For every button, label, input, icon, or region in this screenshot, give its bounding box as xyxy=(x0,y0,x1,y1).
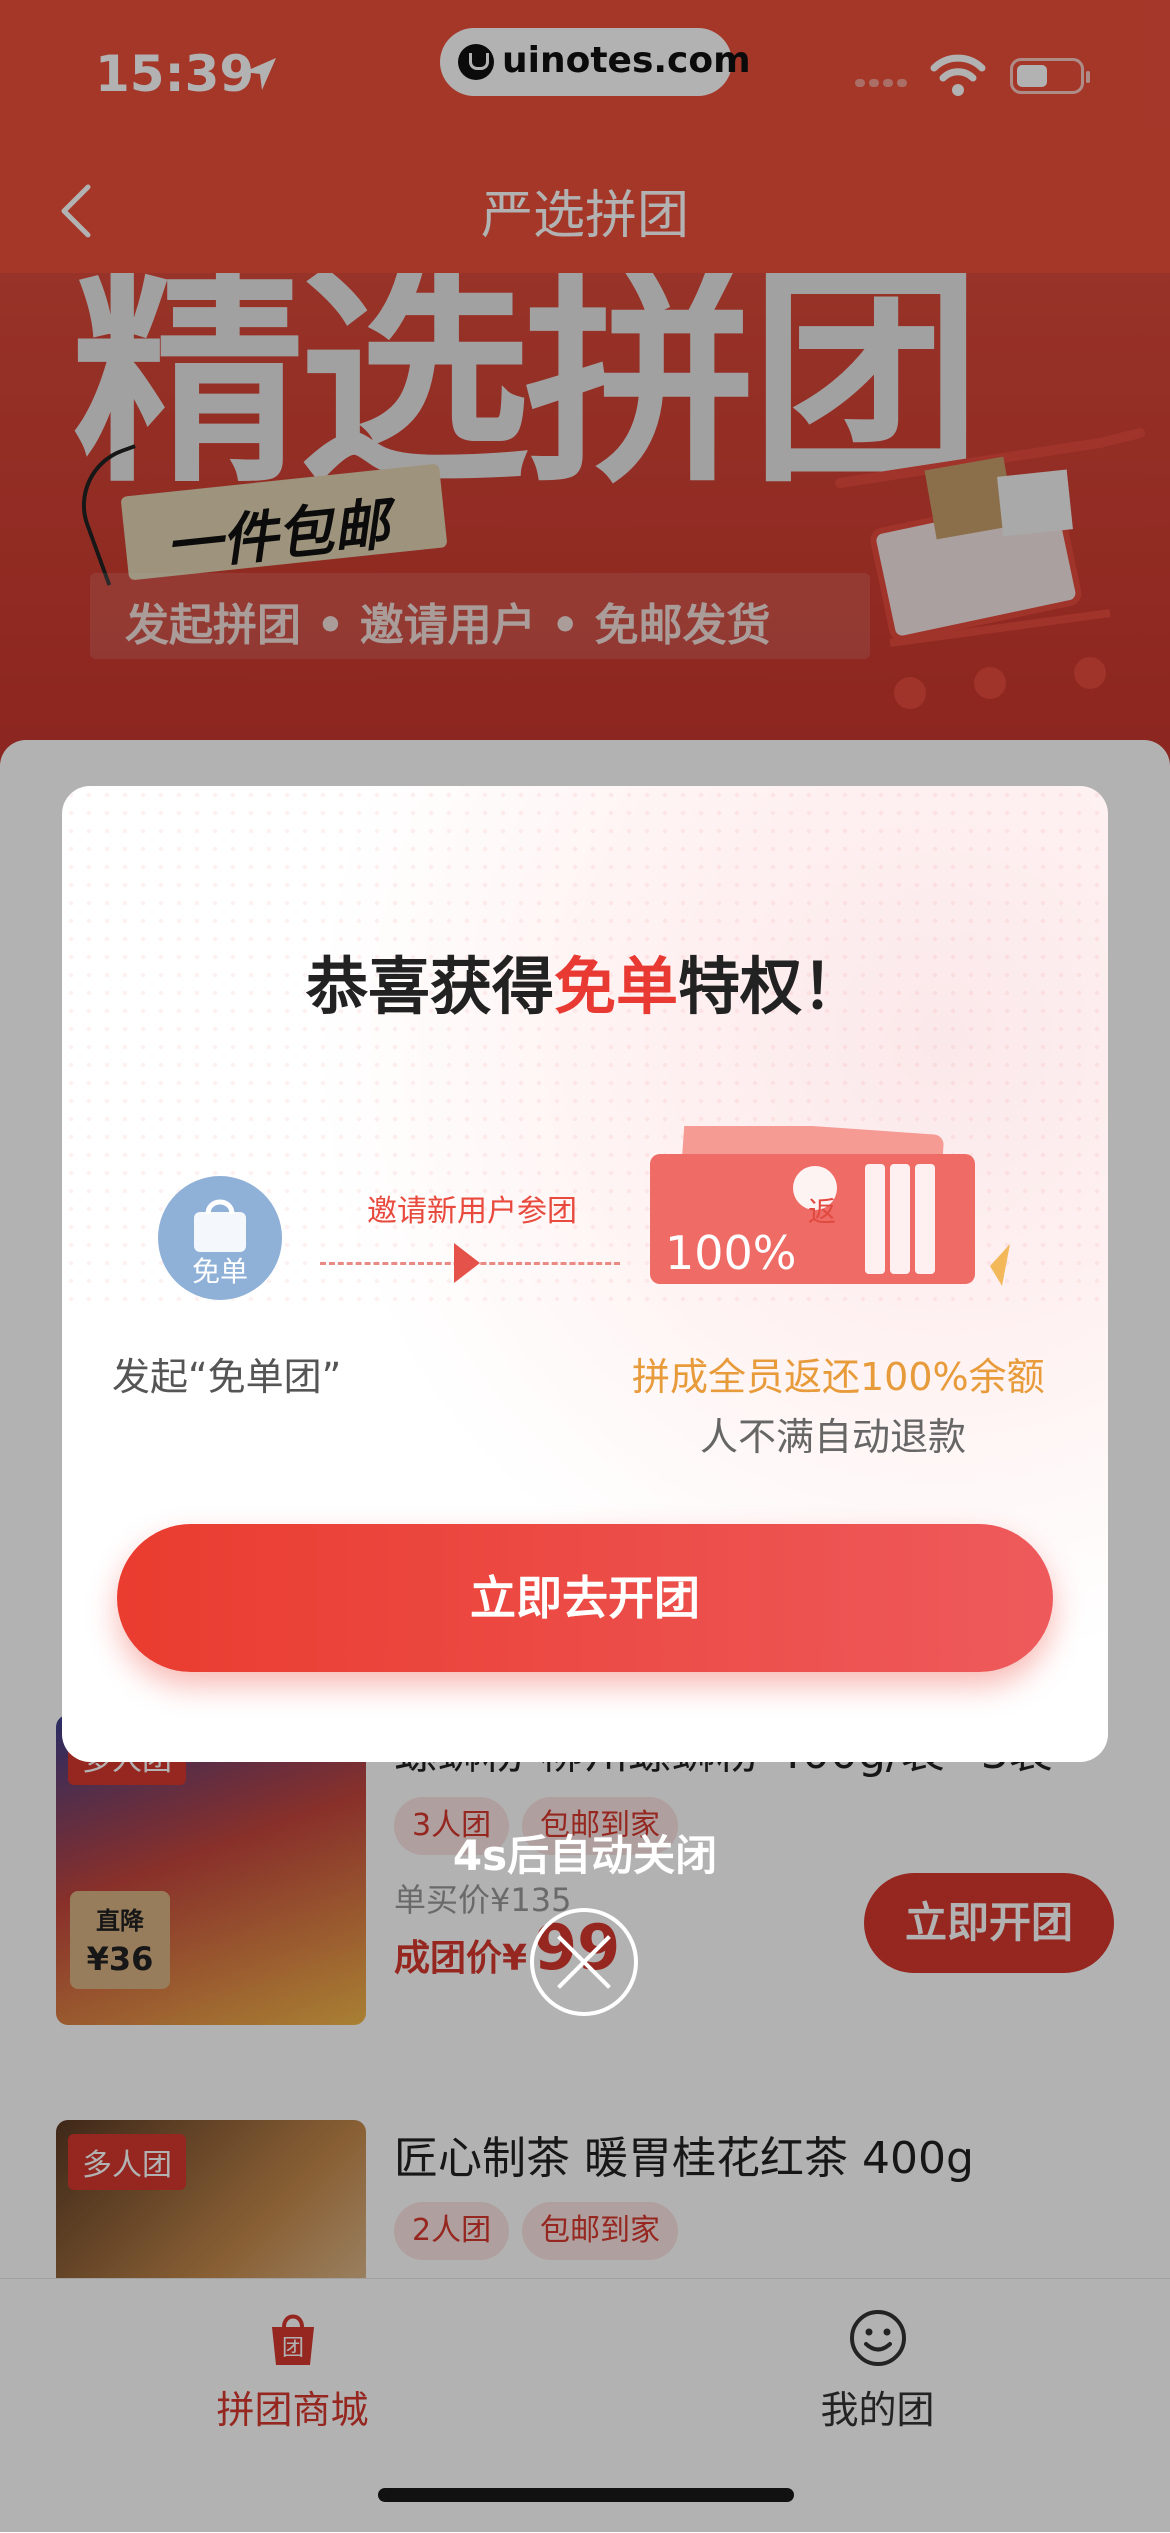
refund-caption: 拼成全员返还100%余额 xyxy=(632,1355,1045,1399)
free-order-modal: 恭喜获得免单特权！ 免单 邀请新用户参团 100% 返 发起“免单团” 拼成全员… xyxy=(62,786,1108,1762)
modal-title-prefix: 恭喜获得 xyxy=(305,950,554,1023)
auto-close-countdown: 4s后自动关闭 xyxy=(452,1831,718,1880)
bag-label: 免单 xyxy=(191,1255,248,1288)
modal-title-highlight: 免单 xyxy=(553,950,678,1023)
ticket-percent: 100% xyxy=(665,1226,797,1280)
arrow-right-icon xyxy=(454,1243,480,1283)
close-icon[interactable] xyxy=(530,1908,638,2016)
home-indicator[interactable] xyxy=(378,2488,794,2502)
auto-refund-caption: 人不满自动退款 xyxy=(700,1415,967,1459)
shopping-bag-icon: 免单 xyxy=(158,1176,282,1300)
ticket-badge: 返 xyxy=(807,1195,836,1228)
invite-label: 邀请新用户参团 xyxy=(367,1194,577,1229)
modal-title: 恭喜获得免单特权！ xyxy=(62,936,1108,1026)
start-group-now-button[interactable]: 立即去开团 xyxy=(117,1524,1053,1672)
modal-title-suffix: 特权！ xyxy=(678,950,865,1023)
start-free-group-caption: 发起“免单团” xyxy=(112,1355,342,1399)
